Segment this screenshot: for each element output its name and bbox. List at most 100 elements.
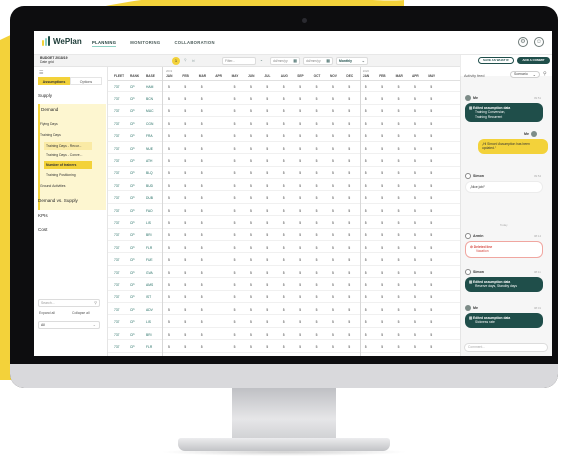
cell-value[interactable]: 5 xyxy=(266,184,268,188)
cell-value[interactable]: 5 xyxy=(316,283,318,287)
table-row[interactable]: 737 CP FUE 5 5 5 5 5 5 5 5 5 5 5 5 5 5 5 5 xyxy=(108,255,460,266)
cell-value[interactable]: 5 xyxy=(250,171,252,175)
cell-value[interactable]: 5 xyxy=(316,333,318,337)
cell-value[interactable]: 5 xyxy=(365,320,367,324)
period-select[interactable]: Monthly ⌄ xyxy=(336,57,368,65)
cell-value[interactable]: 5 xyxy=(365,283,367,287)
settings-icon[interactable]: ⚙ xyxy=(518,37,528,47)
item-training-days[interactable]: Training Days xyxy=(40,133,61,137)
cell-value[interactable]: 5 xyxy=(201,333,203,337)
section-demand-vs-supply[interactable]: Demand vs. Supply xyxy=(38,198,78,203)
cell-value[interactable]: 5 xyxy=(184,134,186,138)
cell-value[interactable]: 5 xyxy=(250,122,252,126)
feed-message[interactable]: „Hi Simon! Assumption has been updated.“ xyxy=(478,139,548,154)
cell-value[interactable]: 5 xyxy=(299,147,301,151)
table-row[interactable]: 737 CP BLQ 5 5 5 5 5 5 5 5 5 5 5 5 5 5 5 5 xyxy=(108,168,460,180)
cell-value[interactable]: 5 xyxy=(348,209,350,213)
cell-value[interactable]: 5 xyxy=(184,209,186,213)
cell-value[interactable]: 5 xyxy=(184,308,186,312)
cell-value[interactable]: 5 xyxy=(316,147,318,151)
cell-value[interactable]: 5 xyxy=(348,85,350,89)
cell-value[interactable]: 5 xyxy=(201,345,203,349)
cell-value[interactable]: 5 xyxy=(414,122,416,126)
notification-badge[interactable]: 1 xyxy=(172,57,180,65)
cell-value[interactable]: 5 xyxy=(398,333,400,337)
cell-value[interactable]: 5 xyxy=(398,246,400,250)
cell-value[interactable]: 5 xyxy=(299,209,301,213)
cell-value[interactable]: 5 xyxy=(283,246,285,250)
cell-value[interactable]: 5 xyxy=(414,196,416,200)
cell-value[interactable]: 5 xyxy=(381,184,383,188)
cell-value[interactable]: 5 xyxy=(398,233,400,237)
cell-value[interactable]: 5 xyxy=(168,333,170,337)
cell-value[interactable]: 5 xyxy=(266,295,268,299)
cell-value[interactable]: 5 xyxy=(184,97,186,101)
cell-value[interactable]: 5 xyxy=(332,283,334,287)
cell-value[interactable]: 5 xyxy=(316,171,318,175)
user-icon[interactable]: ☺ xyxy=(534,37,544,47)
cell-value[interactable]: 5 xyxy=(168,233,170,237)
cell-value[interactable]: 5 xyxy=(234,209,236,213)
cell-value[interactable]: 5 xyxy=(266,283,268,287)
cell-value[interactable]: 5 xyxy=(250,97,252,101)
cell-value[interactable]: 5 xyxy=(168,283,170,287)
cell-value[interactable]: 5 xyxy=(250,159,252,163)
cell-value[interactable]: 5 xyxy=(381,233,383,237)
cell-value[interactable]: 5 xyxy=(348,147,350,151)
cell-value[interactable]: 5 xyxy=(201,209,203,213)
table-row[interactable]: 737 CP IST 5 5 5 5 5 5 5 5 5 5 5 5 5 5 5 5 xyxy=(108,292,460,304)
cell-value[interactable]: 5 xyxy=(168,271,170,275)
cell-value[interactable]: 5 xyxy=(398,295,400,299)
cell-value[interactable]: 5 xyxy=(283,221,285,225)
cell-value[interactable]: 5 xyxy=(168,109,170,113)
cell-value[interactable]: 5 xyxy=(381,171,383,175)
cell-value[interactable]: 5 xyxy=(365,209,367,213)
cell-value[interactable]: 5 xyxy=(234,221,236,225)
cell-value[interactable]: 5 xyxy=(381,308,383,312)
cell-value[interactable]: 5 xyxy=(398,122,400,126)
cell-value[interactable]: 5 xyxy=(365,134,367,138)
item-flying-days[interactable]: Flying Days xyxy=(40,122,58,126)
cell-value[interactable]: 5 xyxy=(398,159,400,163)
cell-value[interactable]: 5 xyxy=(381,295,383,299)
cell-value[interactable]: 5 xyxy=(168,320,170,324)
cell-value[interactable]: 5 xyxy=(348,308,350,312)
cell-value[interactable]: 5 xyxy=(299,109,301,113)
cell-value[interactable]: 5 xyxy=(381,122,383,126)
cell-value[interactable]: 5 xyxy=(348,184,350,188)
feed-search-icon[interactable]: ⚲ xyxy=(543,71,547,77)
cell-value[interactable]: 5 xyxy=(381,283,383,287)
cell-value[interactable]: 5 xyxy=(348,320,350,324)
cell-value[interactable]: 5 xyxy=(381,97,383,101)
cell-value[interactable]: 5 xyxy=(414,258,416,262)
cell-value[interactable]: 5 xyxy=(201,320,203,324)
cell-value[interactable]: 5 xyxy=(398,97,400,101)
cell-value[interactable]: 5 xyxy=(316,308,318,312)
item-training-recur[interactable]: Training Days - Recur... xyxy=(44,142,92,150)
cell-value[interactable]: 5 xyxy=(266,159,268,163)
cell-value[interactable]: 5 xyxy=(234,159,236,163)
cell-value[interactable]: 5 xyxy=(381,147,383,151)
add-commit-button[interactable]: ADD A COMMIT xyxy=(517,57,550,64)
cell-value[interactable]: 5 xyxy=(365,159,367,163)
cell-value[interactable]: 5 xyxy=(168,196,170,200)
cell-value[interactable]: 5 xyxy=(266,134,268,138)
table-row[interactable]: 737 CP NUE 5 5 5 5 5 5 5 5 5 5 5 5 5 5 5 5 xyxy=(108,143,460,155)
cell-value[interactable]: 5 xyxy=(201,221,203,225)
cell-value[interactable]: 5 xyxy=(348,233,350,237)
cell-value[interactable]: 5 xyxy=(234,345,236,349)
cell-value[interactable]: 5 xyxy=(430,97,432,101)
cell-value[interactable]: 5 xyxy=(398,184,400,188)
cell-value[interactable]: 5 xyxy=(430,258,432,262)
cell-value[interactable]: 5 xyxy=(234,295,236,299)
cell-value[interactable]: 5 xyxy=(398,196,400,200)
cell-value[interactable]: 5 xyxy=(283,233,285,237)
cell-value[interactable]: 5 xyxy=(299,171,301,175)
cell-value[interactable]: 5 xyxy=(168,97,170,101)
save-whatif-button[interactable]: SAVE AS WHAT IF xyxy=(478,57,514,64)
cell-value[interactable]: 5 xyxy=(430,246,432,250)
cell-value[interactable]: 5 xyxy=(168,171,170,175)
cell-value[interactable]: 5 xyxy=(283,283,285,287)
cell-value[interactable]: 5 xyxy=(184,85,186,89)
cell-value[interactable]: 5 xyxy=(283,134,285,138)
